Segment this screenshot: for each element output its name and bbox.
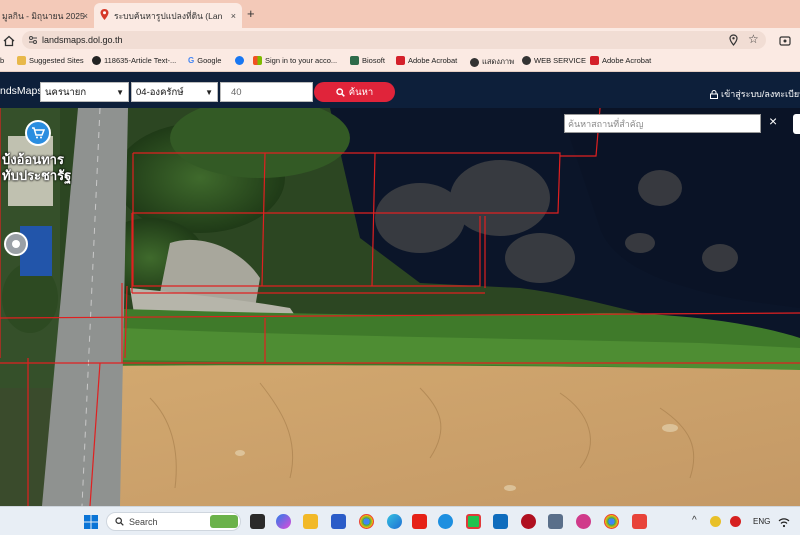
file-explorer-icon[interactable] [303,514,318,529]
bookmark-partial[interactable]: b [0,56,4,65]
task-view-icon[interactable] [250,514,265,529]
lock-icon [710,89,718,99]
chevron-down-icon: ▼ [116,87,124,97]
login-link[interactable]: เข้าสู่ระบบ/ลงทะเบียน [710,87,800,101]
bookmark-suggested-sites[interactable]: Suggested Sites [17,56,84,65]
windows-start-icon[interactable] [84,515,98,529]
bookmark-google[interactable]: G Google [188,56,221,65]
youtube-icon[interactable] [412,514,427,529]
landmark-search-input[interactable]: ค้นหาสถานที่สำคัญ [564,114,761,133]
location-icon[interactable] [728,34,739,46]
edge-dev-icon[interactable] [438,514,453,529]
bookmark-show-image[interactable]: แสดงภาพ [470,56,514,68]
tray-app-icon[interactable] [710,516,721,527]
province-select[interactable]: นครนายก ▼ [40,82,129,102]
satellite-imagery [0,108,800,506]
close-tab-icon[interactable]: × [231,11,236,21]
line-icon[interactable] [466,514,481,529]
snipping-tool-icon[interactable] [576,514,591,529]
tab-title: มูลกิน - มิถุนายน 2025 [2,10,85,21]
facebook-icon [235,56,244,65]
tray-security-icon[interactable] [730,516,741,527]
bookmark-adobe-acrobat[interactable]: Adobe Acrobat [396,56,457,65]
outlook-icon[interactable] [493,514,508,529]
record-icon[interactable] [521,514,536,529]
biosoft-icon [350,56,359,65]
layers-button[interactable] [793,114,800,134]
search-icon [115,517,124,526]
close-icon[interactable]: × [769,113,777,129]
chrome-icon[interactable] [359,514,374,529]
bookmark-article[interactable]: 118635-Article Text-... [92,56,176,65]
language-indicator[interactable]: ENG [753,517,770,526]
acrobat-icon [590,56,599,65]
close-tab-icon[interactable]: × [83,11,88,21]
map-place-label: บ้งอ้อนทาร ทับประชารัฐ [2,152,72,183]
browser-tab-bar: มูลกิน - มิถุนายน 2025 × ระบบค้นหารูปแปล… [0,0,800,28]
browser-tab-active[interactable]: ระบบค้นหารูปแปลงที่ดิน (LandsMap × [94,3,242,28]
new-tab-button[interactable]: + [247,6,255,21]
browser-tab-inactive[interactable]: มูลกิน - มิถุนายน 2025 × [0,3,92,28]
edge-icon[interactable] [387,514,402,529]
globe-icon [522,56,531,65]
bookmark-sign-in[interactable]: Sign in to your acco... [235,56,337,65]
place-marker-icon[interactable] [4,232,28,256]
url-text: landsmaps.dol.go.th [42,35,123,45]
windows-taskbar: Search ^ ENG [0,506,800,535]
search-button[interactable]: ค้นหา [314,82,395,102]
bookmark-adobe-acrobat-2[interactable]: Adobe Acrobat [590,56,651,65]
bookmark-web-service[interactable]: WEB SERVICE [522,56,586,65]
bookmarks-bar: b Suggested Sites 118635-Article Text-..… [0,52,800,72]
notes-icon[interactable] [548,514,563,529]
url-field[interactable]: landsmaps.dol.go.th ☆ [22,31,766,49]
wifi-icon[interactable] [778,515,790,528]
district-select[interactable]: 04-องครักษ์ ▼ [131,82,218,102]
site-info-icon[interactable] [28,35,38,45]
taskbar-search-box[interactable]: Search [106,512,241,531]
chrome-profile-icon[interactable] [604,514,619,529]
search-icon [336,87,345,97]
chevron-down-icon: ▼ [205,87,213,97]
bookmark-star-icon[interactable]: ☆ [748,32,759,46]
home-icon[interactable] [3,34,15,47]
google-icon: G [188,56,195,65]
bookmark-biosoft[interactable]: Biosoft [350,56,385,65]
globe-icon [470,57,479,67]
parcel-number-input[interactable]: 40 [220,82,313,102]
search-highlight-icon [210,515,238,528]
paint-icon[interactable] [632,514,647,529]
github-icon [92,56,101,65]
address-bar-row: landsmaps.dol.go.th ☆ [0,28,800,52]
shop-marker-icon[interactable] [25,120,51,146]
chevron-up-icon[interactable]: ^ [692,515,697,526]
tab-title: ระบบค้นหารูปแปลงที่ดิน (LandsMap [114,10,222,21]
store-icon[interactable] [331,514,346,529]
copilot-icon[interactable] [276,514,291,529]
folder-icon [17,56,26,65]
profile-icon[interactable] [779,34,791,46]
microsoft-icon [253,56,262,65]
location-pin-icon [100,9,109,20]
satellite-map[interactable]: บ้งอ้อนทาร ทับประชารัฐ ค้นหาสถานที่สำคัญ… [0,108,800,506]
app-brand: ndsMaps [0,85,43,97]
acrobat-icon [396,56,405,65]
